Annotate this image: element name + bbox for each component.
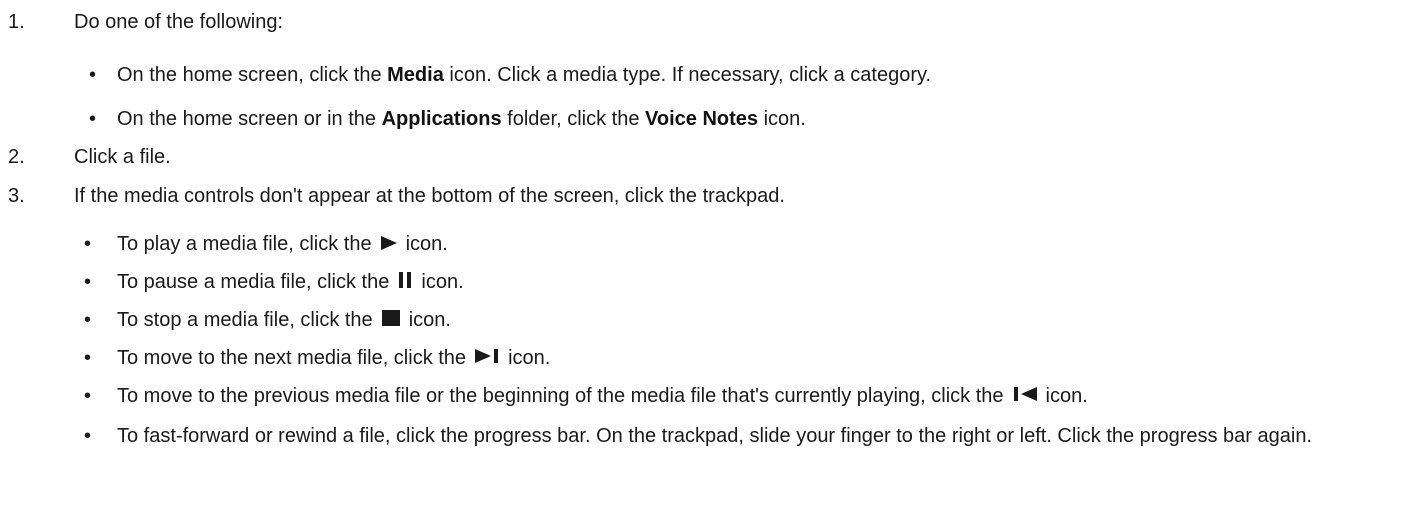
bullet-dot: • bbox=[84, 347, 92, 369]
bold-term: Voice Notes bbox=[645, 108, 759, 130]
step-text: Click a file. bbox=[74, 146, 171, 168]
list-item-text: To fast-forward or rewind a file, click … bbox=[117, 425, 1312, 447]
bullet-dot: • bbox=[84, 271, 92, 293]
list-item-text: To stop a media file, click the icon. bbox=[117, 305, 451, 336]
text-segment: On the home screen, click the bbox=[117, 64, 388, 86]
text-segment: icon. Click a media type. If necessary, … bbox=[443, 64, 932, 86]
list-item-text: On the home screen, click the Media icon… bbox=[117, 60, 931, 90]
text-segment: On the home screen or in the bbox=[117, 108, 382, 130]
list-item-text: To pause a media file, click the icon. bbox=[117, 267, 464, 298]
next-track-icon bbox=[474, 344, 500, 374]
text-segment: To move to the next media file, click th… bbox=[117, 347, 467, 369]
text-segment: To play a media file, click the bbox=[117, 233, 372, 255]
bullet-dot: • bbox=[84, 425, 92, 447]
text-segment: icon. bbox=[758, 108, 806, 130]
step-3: 3. If the media controls don't appear at… bbox=[0, 181, 1406, 211]
step-number: 2. bbox=[8, 146, 25, 168]
step-number: 1. bbox=[8, 11, 25, 33]
bold-term: Applications bbox=[381, 108, 502, 130]
previous-track-icon bbox=[1012, 382, 1038, 412]
list-item-text: To play a media file, click the icon. bbox=[117, 229, 448, 260]
bullet-dot: • bbox=[84, 233, 92, 255]
list-item-text: On the home screen or in the Application… bbox=[117, 104, 806, 134]
step-1: 1. Do one of the following: bbox=[0, 7, 1406, 37]
text-segment: icon. bbox=[1045, 385, 1088, 407]
text-segment: icon. bbox=[508, 347, 551, 369]
text-segment: icon. bbox=[408, 309, 451, 331]
bullet-dot: • bbox=[89, 64, 97, 86]
bold-term: Media bbox=[387, 64, 444, 86]
list-item-text: To move to the next media file, click th… bbox=[117, 343, 550, 374]
pause-icon bbox=[397, 268, 413, 298]
step-text: If the media controls don't appear at th… bbox=[74, 185, 785, 207]
text-segment: icon. bbox=[421, 271, 464, 293]
text-segment: folder, click the bbox=[501, 108, 646, 130]
text-segment: To pause a media file, click the bbox=[117, 271, 390, 293]
play-icon bbox=[380, 230, 398, 260]
text-segment: To move to the previous media file or th… bbox=[117, 385, 1004, 407]
bullet-dot: • bbox=[84, 385, 92, 407]
step-2: 2. Click a file. bbox=[0, 142, 1406, 172]
list-item-text: To move to the previous media file or th… bbox=[117, 381, 1088, 412]
bullet-dot: • bbox=[89, 108, 97, 130]
step-text: Do one of the following: bbox=[74, 11, 284, 33]
text-segment: To stop a media file, click the bbox=[117, 309, 373, 331]
stop-icon bbox=[381, 306, 401, 336]
bullet-dot: • bbox=[84, 309, 92, 331]
step-number: 3. bbox=[8, 185, 25, 207]
text-segment: icon. bbox=[405, 233, 448, 255]
